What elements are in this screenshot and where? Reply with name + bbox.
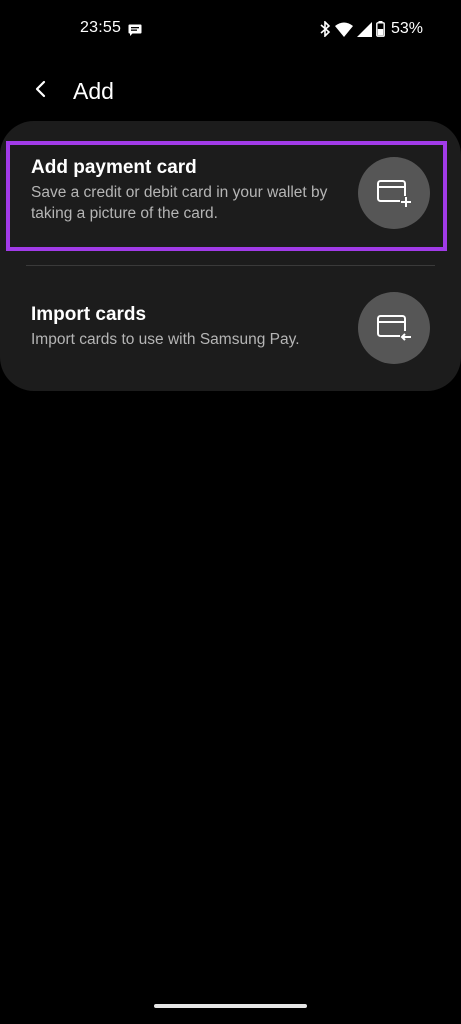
card-add-icon — [358, 157, 430, 229]
signal-icon — [356, 21, 372, 37]
option-title: Import cards — [31, 304, 147, 325]
bluetooth-icon — [319, 21, 331, 37]
gesture-nav-handle[interactable] — [154, 1004, 307, 1008]
status-icons: 53% — [319, 18, 423, 40]
status-bar: 23:55 53% — [0, 0, 461, 60]
option-description: Save a credit or debit card in your wall… — [31, 184, 328, 222]
message-icon — [128, 23, 142, 36]
battery-icon — [376, 21, 385, 37]
app-header: Add — [0, 70, 461, 114]
option-divider — [26, 265, 435, 266]
card-import-icon — [358, 292, 430, 364]
back-button[interactable] — [26, 76, 56, 106]
status-time: 23:55 — [80, 19, 122, 36]
add-payment-card-option[interactable]: Add payment card Save a credit or debit … — [0, 142, 461, 252]
page-title: Add — [73, 78, 114, 104]
chevron-left-icon — [34, 79, 48, 104]
wifi-icon — [334, 22, 353, 37]
option-title: Add payment card — [31, 157, 197, 178]
import-cards-option[interactable]: Import cards Import cards to use with Sa… — [0, 270, 461, 380]
option-description: Import cards to use with Samsung Pay. — [31, 331, 300, 348]
battery-percent: 53% — [390, 20, 423, 37]
